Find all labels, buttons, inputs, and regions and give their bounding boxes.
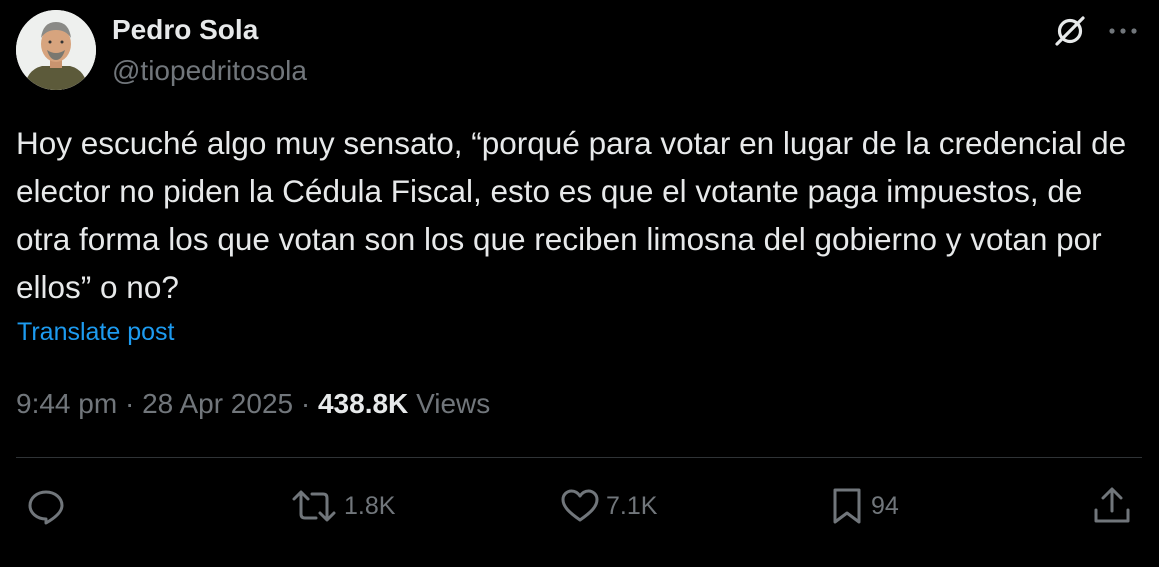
display-name[interactable]: Pedro Sola — [112, 13, 258, 47]
reply-icon — [28, 490, 64, 525]
meta-separator: · — [300, 388, 311, 419]
like-count: 7.1K — [606, 492, 658, 520]
views-label: Views — [416, 388, 491, 419]
avatar-image — [16, 10, 96, 90]
retweet-icon — [292, 490, 336, 522]
grok-icon[interactable] — [1052, 13, 1088, 49]
divider — [16, 457, 1142, 458]
retweet-button[interactable]: 1.8K — [290, 486, 395, 526]
post-metadata: 9:44 pm · 28 Apr 2025 · 438.8K Views — [16, 386, 490, 422]
share-icon — [1094, 487, 1130, 523]
avatar[interactable] — [16, 10, 96, 90]
meta-separator: · — [124, 388, 135, 419]
post-date[interactable]: 28 Apr 2025 — [142, 388, 293, 419]
heart-icon — [561, 489, 599, 522]
translate-post-link[interactable]: Translate post — [17, 316, 174, 348]
more-icon[interactable] — [1104, 24, 1142, 38]
user-handle[interactable]: @tiopedritosola — [112, 54, 307, 88]
bookmark-icon — [833, 488, 861, 524]
bookmark-count: 94 — [871, 492, 899, 520]
bookmark-button[interactable]: 94 — [829, 486, 899, 526]
retweet-count: 1.8K — [344, 492, 396, 520]
views-count: 438.8K — [317, 388, 409, 419]
post-time[interactable]: 9:44 pm — [16, 388, 117, 419]
reply-button[interactable] — [26, 486, 72, 526]
post-text: Hoy escuché algo muy sensato, “porqué pa… — [16, 125, 1127, 305]
share-button[interactable] — [1092, 486, 1132, 526]
like-button[interactable]: 7.1K — [560, 486, 657, 526]
